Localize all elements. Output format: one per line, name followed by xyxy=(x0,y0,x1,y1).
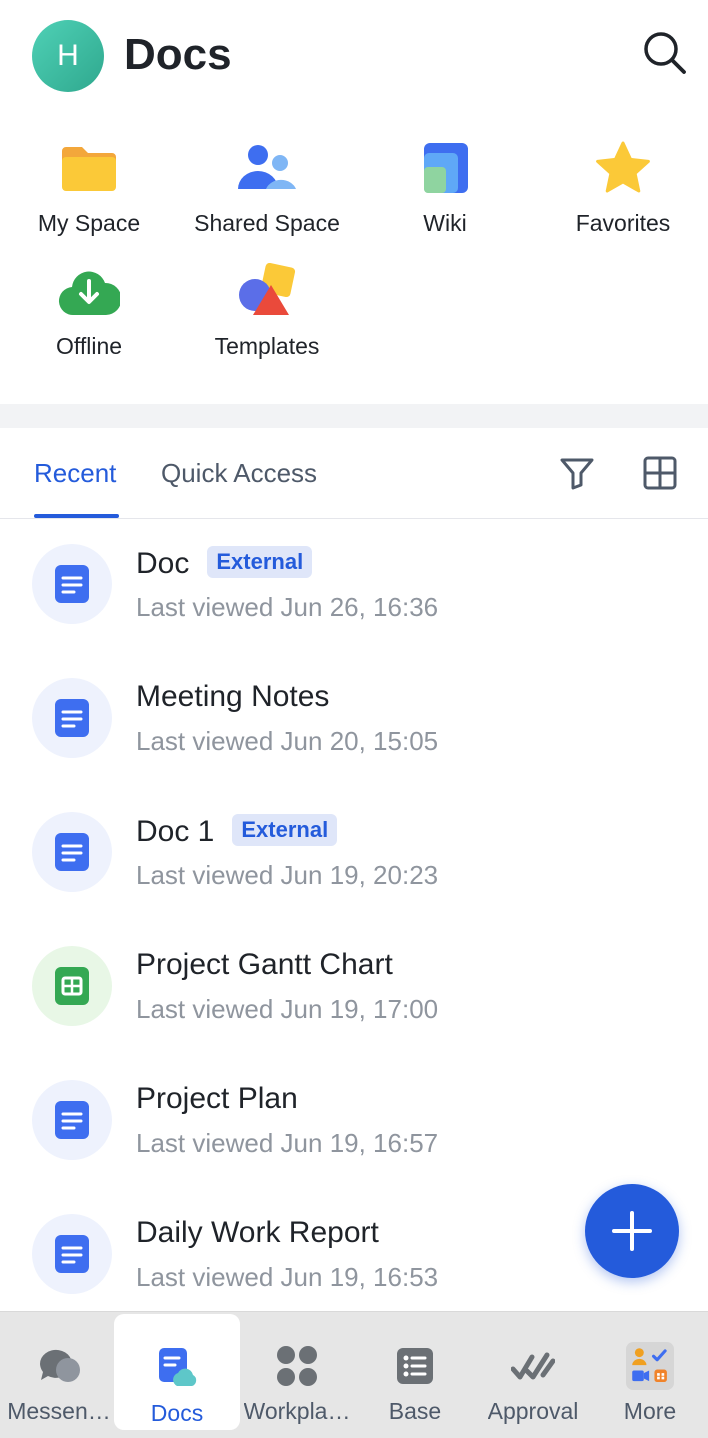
tab-bar: Recent Quick Access xyxy=(0,428,708,519)
cloud-download-icon xyxy=(57,259,121,323)
entry-wiki[interactable]: Wiki xyxy=(356,136,534,246)
doc-file-icon xyxy=(32,1214,112,1294)
header: H Docs xyxy=(0,0,708,118)
folder-icon xyxy=(57,136,121,200)
file-meta: Last viewed Jun 19, 17:00 xyxy=(136,994,439,1024)
grid-icon xyxy=(643,456,677,490)
nav-base[interactable]: Base xyxy=(356,1312,474,1430)
nav-messenger[interactable]: Messen… xyxy=(0,1312,118,1430)
search-icon xyxy=(644,32,686,74)
nav-label: Messen… xyxy=(7,1398,111,1424)
plus-icon xyxy=(612,1211,652,1251)
list-item[interactable]: Project Gantt Chart Last viewed Jun 19, … xyxy=(0,920,708,1054)
entry-label: Favorites xyxy=(575,210,671,236)
entry-my-space[interactable]: My Space xyxy=(0,136,178,246)
entry-label: Offline xyxy=(55,333,123,359)
grid-view-button[interactable] xyxy=(641,454,679,492)
tab-recent[interactable]: Recent xyxy=(34,458,116,489)
approval-icon xyxy=(509,1342,557,1390)
page-title: Docs xyxy=(124,30,232,79)
entry-label: Wiki xyxy=(423,210,467,236)
base-icon xyxy=(391,1342,439,1390)
file-title: Daily Work Report xyxy=(136,1216,379,1249)
doc-file-icon xyxy=(32,678,112,758)
nav-label: More xyxy=(623,1398,677,1424)
nav-label: Docs xyxy=(150,1400,204,1426)
shapes-icon xyxy=(235,259,299,323)
bottom-nav: Messen… Docs Workpla… Base Approval More xyxy=(0,1311,708,1438)
file-title: Project Gantt Chart xyxy=(136,948,393,981)
external-badge: External xyxy=(207,546,313,578)
create-new-button[interactable] xyxy=(585,1184,679,1278)
entry-label: Shared Space xyxy=(194,210,340,236)
filter-button[interactable] xyxy=(558,454,596,492)
nav-docs[interactable]: Docs xyxy=(114,1314,240,1430)
file-title: Doc 1 External xyxy=(136,814,338,849)
entry-label: Templates xyxy=(214,333,320,359)
filter-icon xyxy=(560,458,594,490)
nav-label: Base xyxy=(388,1398,442,1424)
file-title: Doc External xyxy=(136,546,313,581)
tab-quick-access[interactable]: Quick Access xyxy=(161,458,317,489)
sheet-file-icon xyxy=(32,946,112,1026)
file-meta: Last viewed Jun 26, 16:36 xyxy=(136,592,439,622)
list-item[interactable]: Meeting Notes Last viewed Jun 20, 15:05 xyxy=(0,652,708,786)
entry-templates[interactable]: Templates xyxy=(178,259,356,369)
file-meta: Last viewed Jun 19, 16:53 xyxy=(136,1262,439,1292)
file-meta: Last viewed Jun 19, 16:57 xyxy=(136,1128,439,1158)
search-button[interactable] xyxy=(640,28,688,76)
more-icon xyxy=(626,1342,674,1390)
list-item[interactable]: Doc 1 External Last viewed Jun 19, 20:23 xyxy=(0,786,708,920)
messenger-icon xyxy=(35,1342,83,1390)
nav-approval[interactable]: Approval xyxy=(474,1312,592,1430)
people-icon xyxy=(235,136,299,200)
workplace-icon xyxy=(273,1342,321,1390)
wiki-icon xyxy=(413,136,477,200)
entry-shared-space[interactable]: Shared Space xyxy=(178,136,356,246)
docs-icon xyxy=(153,1344,201,1392)
entry-favorites[interactable]: Favorites xyxy=(534,136,708,246)
nav-workplace[interactable]: Workpla… xyxy=(236,1312,358,1430)
doc-file-icon xyxy=(32,544,112,624)
list-item[interactable]: Doc External Last viewed Jun 26, 16:36 xyxy=(0,518,708,652)
file-meta: Last viewed Jun 19, 20:23 xyxy=(136,860,439,890)
external-badge: External xyxy=(232,814,338,846)
doc-file-icon xyxy=(32,1080,112,1160)
star-icon xyxy=(591,136,655,200)
avatar[interactable]: H xyxy=(32,20,104,92)
nav-label: Workpla… xyxy=(243,1398,351,1424)
entry-offline[interactable]: Offline xyxy=(0,259,178,369)
doc-file-icon xyxy=(32,812,112,892)
file-title: Project Plan xyxy=(136,1082,298,1115)
file-title: Meeting Notes xyxy=(136,680,330,713)
section-divider xyxy=(0,404,708,428)
nav-label: Approval xyxy=(487,1398,579,1424)
list-item[interactable]: Project Plan Last viewed Jun 19, 16:57 xyxy=(0,1054,708,1188)
entry-label: My Space xyxy=(37,210,141,236)
nav-more[interactable]: More xyxy=(592,1312,708,1430)
file-meta: Last viewed Jun 20, 15:05 xyxy=(136,726,439,756)
